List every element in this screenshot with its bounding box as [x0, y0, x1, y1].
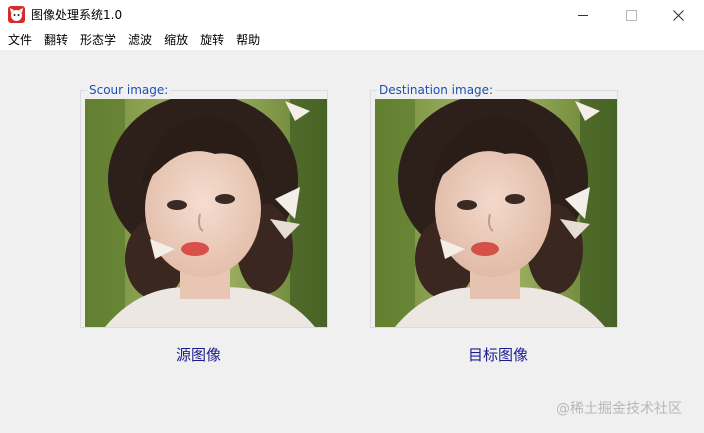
menu-scale[interactable]: 缩放: [158, 30, 194, 50]
minimize-icon: [578, 14, 588, 16]
destination-image: [375, 99, 617, 327]
menu-flip[interactable]: 翻转: [38, 30, 74, 50]
destination-caption: 目标图像: [468, 346, 529, 364]
close-icon: [672, 9, 684, 21]
maximize-icon: [625, 9, 637, 21]
destination-group-label: Destination image:: [377, 82, 496, 98]
source-caption: 源图像: [176, 346, 222, 364]
title-bar[interactable]: 图像处理系统1.0: [0, 0, 704, 30]
menu-bar: 文件 翻转 形态学 滤波 缩放 旋转 帮助: [0, 30, 704, 50]
app-cat-icon: [8, 6, 25, 23]
menu-rotate[interactable]: 旋转: [194, 30, 230, 50]
watermark: @稀土掘金技术社区: [556, 401, 682, 417]
destination-image-group: Destination image:: [370, 82, 618, 328]
app-window: 图像处理系统1.0 文件 翻转 形态学 滤波 缩放 旋转 帮助 Scour im…: [0, 0, 704, 433]
menu-filter[interactable]: 滤波: [122, 30, 158, 50]
menu-morphology[interactable]: 形态学: [74, 30, 122, 50]
maximize-button[interactable]: [608, 0, 654, 30]
menu-help[interactable]: 帮助: [230, 30, 266, 50]
source-image-group: Scour image:: [80, 82, 328, 328]
close-button[interactable]: [655, 0, 701, 30]
source-group-label: Scour image:: [87, 82, 171, 98]
source-image: [85, 99, 327, 327]
window-title: 图像处理系统1.0: [31, 8, 123, 22]
menu-file[interactable]: 文件: [2, 30, 38, 50]
minimize-button[interactable]: [560, 0, 606, 30]
